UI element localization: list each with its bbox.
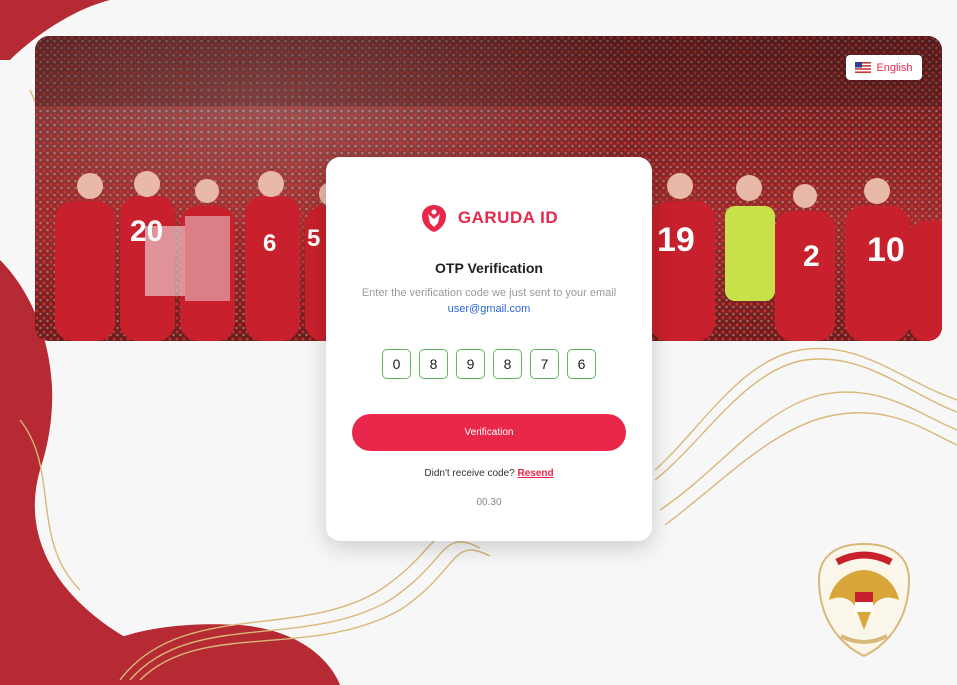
countdown-timer: 00.30 — [476, 497, 502, 508]
otp-digit-6[interactable]: 6 — [567, 349, 596, 379]
email-address: user@gmail.com — [447, 303, 531, 315]
otp-digit-5[interactable]: 7 — [530, 349, 559, 379]
language-switch-button[interactable]: English — [846, 55, 922, 80]
svg-text:5: 5 — [307, 225, 320, 252]
svg-text:19: 19 — [657, 221, 695, 259]
otp-input-group: 0 8 9 8 7 6 — [326, 349, 652, 379]
resend-prompt: Didn't receive code? — [424, 468, 515, 479]
brand-name: GARUDA ID — [457, 208, 559, 227]
verification-button[interactable]: Verification — [352, 414, 626, 451]
otp-digit-1[interactable]: 0 — [382, 349, 411, 379]
brand: GARUDA ID — [326, 203, 652, 233]
indonesia-emblem-logo — [817, 542, 911, 658]
otp-digit-3[interactable]: 9 — [456, 349, 485, 379]
otp-card: GARUDA ID OTP Verification Enter the ver… — [326, 157, 652, 541]
garuda-logo-icon — [421, 205, 446, 232]
svg-text:10: 10 — [867, 231, 905, 269]
us-flag-icon — [855, 62, 872, 73]
svg-text:6: 6 — [263, 230, 276, 257]
resend-link[interactable]: Resend — [517, 468, 553, 479]
otp-instructions: Enter the verification code we just sent… — [356, 285, 622, 317]
otp-digit-4[interactable]: 8 — [493, 349, 522, 379]
otp-digit-2[interactable]: 8 — [419, 349, 448, 379]
resend-row: Didn't receive code? Resend — [326, 468, 652, 479]
language-label: English — [876, 61, 913, 74]
svg-text:2: 2 — [803, 240, 820, 273]
instructions-text: Enter the verification code we just sent… — [361, 287, 617, 299]
page-title: OTP Verification — [435, 260, 543, 276]
